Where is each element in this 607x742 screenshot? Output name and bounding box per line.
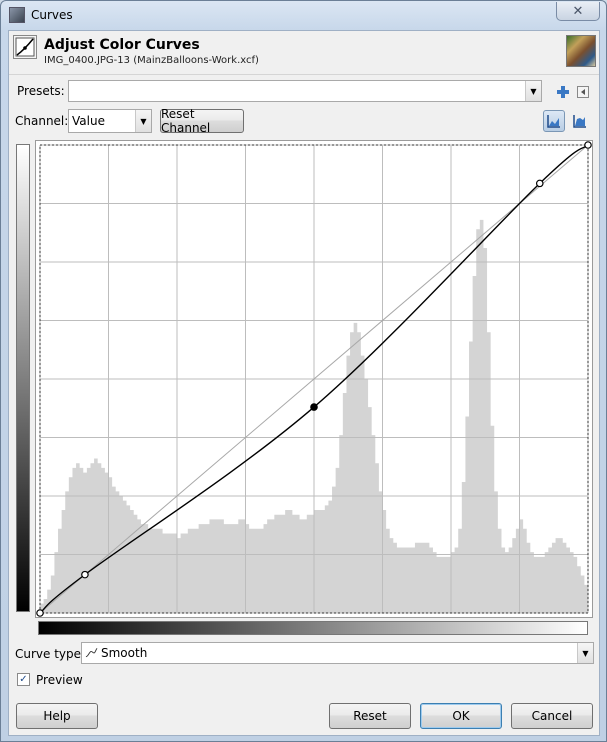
preset-menu-button[interactable]	[572, 81, 594, 103]
reset-button[interactable]: Reset	[329, 703, 411, 729]
title-bar[interactable]: Curves ✕	[1, 1, 606, 29]
menu-arrow-icon	[577, 86, 589, 98]
dialog-heading: Adjust Color Curves	[44, 37, 200, 53]
log-histogram-icon	[573, 115, 586, 128]
log-histogram-button[interactable]	[569, 110, 591, 132]
reset-channel-button[interactable]: Reset Channel	[160, 107, 244, 135]
close-icon[interactable]: ✕	[556, 2, 600, 21]
cancel-button[interactable]: Cancel	[511, 703, 593, 729]
image-name-subtitle: IMG_0400.JPG-13 (MainzBalloons-Work.xcf)	[44, 55, 259, 66]
preview-label[interactable]: Preview	[36, 673, 83, 687]
channel-label: Channel:	[15, 114, 69, 128]
plus-icon	[557, 86, 569, 98]
curves-tool-icon	[13, 35, 37, 59]
input-gradient-bar	[38, 621, 588, 635]
linear-histogram-icon	[547, 115, 560, 128]
curve-type-value: Smooth	[101, 646, 148, 660]
channel-combo[interactable]: Value ▼	[68, 109, 152, 133]
help-button[interactable]: Help	[16, 703, 98, 729]
curve-graph[interactable]	[35, 140, 593, 618]
curve-type-label: Curve type:	[15, 647, 86, 661]
linear-histogram-button[interactable]	[543, 110, 565, 132]
chevron-down-icon[interactable]: ▼	[135, 110, 151, 132]
curve-control-point[interactable]	[584, 141, 592, 149]
presets-combo[interactable]: ▼	[68, 80, 542, 102]
curve-canvas[interactable]	[36, 141, 592, 617]
preview-checkbox[interactable]: ✓	[17, 673, 30, 686]
gimp-app-icon	[9, 7, 25, 23]
curve-control-point[interactable]	[36, 609, 44, 617]
chevron-down-icon[interactable]: ▼	[577, 643, 593, 663]
window-title: Curves	[31, 8, 73, 22]
channel-value: Value	[72, 114, 105, 128]
curves-dialog-window: Curves ✕ Adjust Color Curves IMG_0400.JP…	[0, 0, 607, 742]
curve-control-point[interactable]	[535, 179, 544, 188]
smooth-curve-icon	[82, 647, 98, 659]
image-thumbnail	[566, 35, 596, 67]
curve-type-combo[interactable]: Smooth ▼	[81, 642, 594, 664]
output-gradient-bar	[16, 144, 30, 612]
add-preset-button[interactable]	[552, 81, 574, 103]
curve-control-point[interactable]	[81, 570, 89, 579]
ok-button[interactable]: OK	[420, 703, 502, 729]
dialog-client-area: Adjust Color Curves IMG_0400.JPG-13 (Mai…	[8, 30, 600, 736]
header-divider	[9, 74, 599, 75]
presets-label: Presets:	[17, 84, 65, 98]
curve-control-point[interactable]	[310, 403, 318, 411]
chevron-down-icon[interactable]: ▼	[525, 81, 541, 101]
